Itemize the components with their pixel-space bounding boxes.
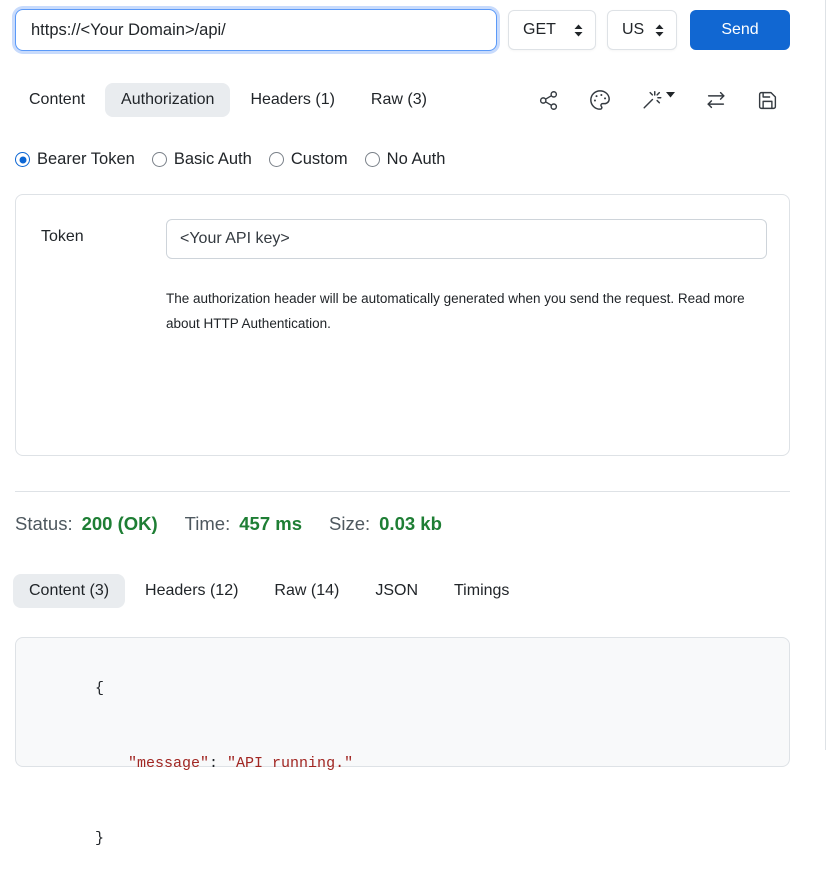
radio-no-auth[interactable]: No Auth [365, 150, 446, 169]
code-line: } [41, 801, 789, 876]
token-panel: Token The authorization header will be a… [15, 194, 790, 456]
size-value: 0.03 kb [379, 513, 442, 535]
code-line: "message": "API running." [41, 726, 789, 801]
radio-unselected-icon [152, 152, 167, 167]
api-tester-panel: GET US Send Content Authorization Header… [0, 0, 826, 750]
tab-response-json[interactable]: JSON [359, 574, 434, 608]
radio-basic-auth[interactable]: Basic Auth [152, 150, 252, 169]
response-tabs: Content (3) Headers (12) Raw (14) JSON T… [13, 574, 525, 608]
time-value: 457 ms [239, 513, 302, 535]
radio-custom[interactable]: Custom [269, 150, 348, 169]
close-brace: } [95, 830, 104, 847]
radio-bearer-token[interactable]: Bearer Token [15, 150, 135, 169]
request-tabs-row: Content Authorization Headers (1) Raw (3… [15, 83, 790, 117]
time-label: Time: [185, 513, 231, 535]
response-summary: Status: 200 (OK) Time: 457 ms Size: 0.03… [15, 513, 790, 535]
token-label: Token [41, 219, 166, 455]
tab-response-timings[interactable]: Timings [438, 574, 525, 608]
auth-type-radios: Bearer Token Basic Auth Custom No Auth [15, 150, 790, 169]
tab-response-content[interactable]: Content (3) [13, 574, 125, 608]
json-string-value: "API running." [227, 755, 353, 772]
time-stat: Time: 457 ms [185, 513, 302, 535]
radio-label: No Auth [387, 150, 446, 169]
swap-arrows-icon[interactable] [705, 89, 727, 111]
region-select[interactable]: US [607, 10, 677, 50]
share-icon[interactable] [538, 90, 559, 111]
radio-label: Custom [291, 150, 348, 169]
toolbar-icons [538, 89, 790, 111]
json-key: "message" [128, 755, 209, 772]
size-stat: Size: 0.03 kb [329, 513, 442, 535]
radio-unselected-icon [269, 152, 284, 167]
save-icon[interactable] [757, 90, 778, 111]
section-divider [15, 491, 790, 492]
palette-icon[interactable] [589, 89, 611, 111]
method-select-value: GET [523, 21, 556, 39]
tab-raw[interactable]: Raw (3) [355, 83, 443, 117]
tab-response-headers[interactable]: Headers (12) [129, 574, 254, 608]
response-body: { "message": "API running." } [15, 637, 790, 767]
radio-label: Basic Auth [174, 150, 252, 169]
method-select[interactable]: GET [508, 10, 596, 50]
url-input[interactable] [15, 9, 497, 51]
select-updown-icon [572, 23, 585, 38]
radio-selected-icon [15, 152, 30, 167]
token-help-text: The authorization header will be automat… [166, 286, 748, 336]
code-line: { [41, 651, 789, 726]
send-button[interactable]: Send [690, 10, 790, 50]
magic-wand-icon[interactable] [641, 89, 675, 111]
tab-headers[interactable]: Headers (1) [234, 83, 350, 117]
size-label: Size: [329, 513, 370, 535]
tab-content[interactable]: Content [13, 83, 101, 117]
status-value: 200 (OK) [82, 513, 158, 535]
request-tabs: Content Authorization Headers (1) Raw (3… [13, 83, 443, 117]
token-column: The authorization header will be automat… [166, 219, 767, 455]
response-tabs-row: Content (3) Headers (12) Raw (14) JSON T… [15, 574, 790, 608]
status-label: Status: [15, 513, 73, 535]
status-stat: Status: 200 (OK) [15, 513, 158, 535]
tab-response-raw[interactable]: Raw (14) [258, 574, 355, 608]
radio-unselected-icon [365, 152, 380, 167]
open-brace: { [95, 680, 104, 697]
tab-authorization[interactable]: Authorization [105, 83, 230, 117]
chevron-down-icon [666, 92, 675, 98]
region-select-value: US [622, 21, 644, 39]
request-bar: GET US Send [15, 8, 790, 52]
json-separator: : [209, 755, 227, 772]
radio-label: Bearer Token [37, 150, 135, 169]
token-input[interactable] [166, 219, 767, 259]
select-updown-icon [653, 23, 666, 38]
